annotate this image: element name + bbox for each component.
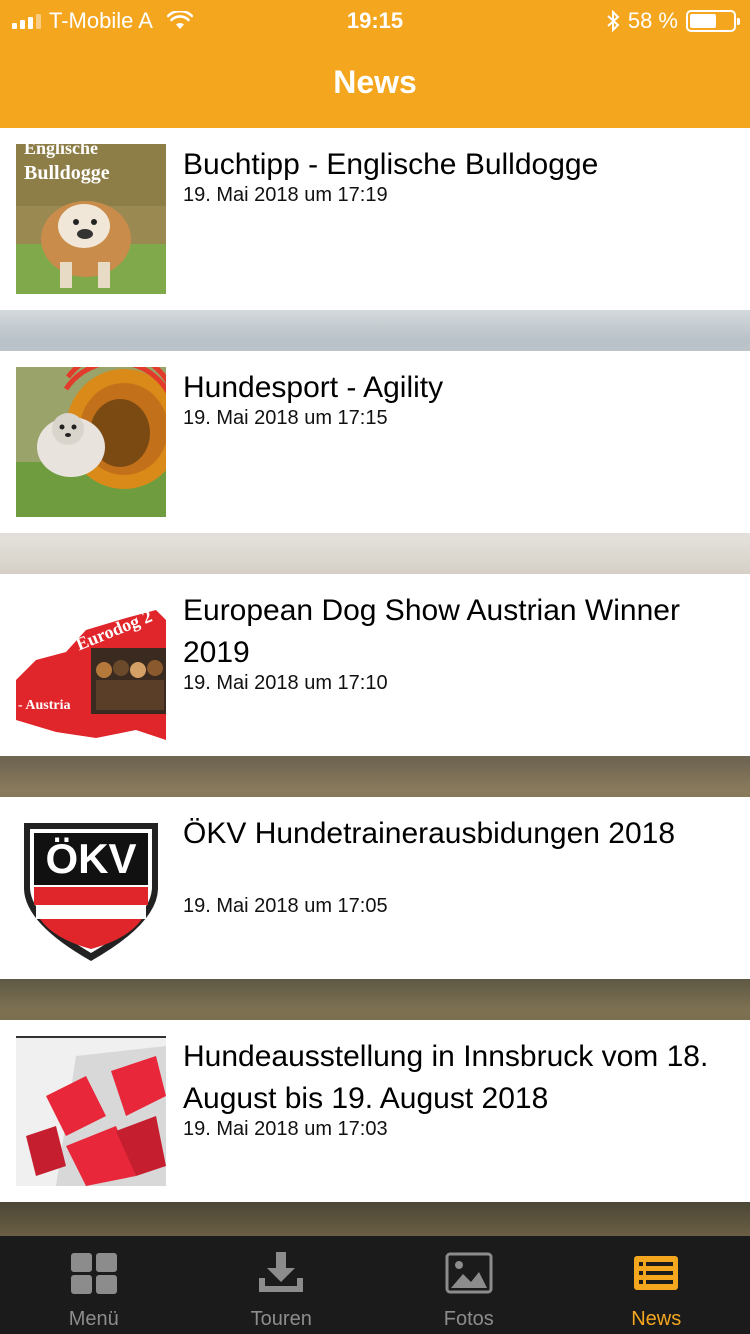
thumb-caption: Bulldogge	[24, 162, 110, 184]
news-item[interactable]: Eurodog 2 - Austria European Dog Show Au…	[0, 574, 750, 756]
news-thumbnail-agility	[16, 367, 166, 517]
tab-tours[interactable]: Touren	[188, 1236, 376, 1334]
thumb-caption: ÖKV	[45, 835, 137, 882]
news-thumbnail-eurodog: Eurodog 2 - Austria	[16, 590, 166, 740]
bluetooth-icon	[607, 10, 620, 32]
news-title: European Dog Show Austrian Winner 2019	[183, 594, 680, 669]
news-title: Hundeausstellung in Innsbruck vom 18. Au…	[183, 1040, 709, 1115]
app-header: T-Mobile A 19:15 58 % News	[0, 0, 750, 128]
tab-label: News	[631, 1308, 682, 1330]
news-title: ÖKV Hundetrainerausbidungen 2018	[183, 817, 676, 850]
news-thumbnail-innsbruck	[16, 1036, 166, 1186]
news-thumbnail-okv-logo: ÖKV	[16, 813, 166, 963]
tab-label: Menü	[68, 1308, 119, 1330]
news-title: Hundesport - Agility	[183, 371, 444, 404]
tab-photos[interactable]: Fotos	[375, 1236, 563, 1334]
news-date: 19. Mai 2018 um 17:03	[183, 1118, 388, 1140]
news-icon	[634, 1256, 679, 1290]
grid-icon	[70, 1253, 117, 1294]
image-icon	[445, 1252, 493, 1294]
tab-menu[interactable]: Menü	[0, 1236, 188, 1334]
status-bar: T-Mobile A 19:15 58 %	[0, 0, 750, 40]
tab-label: Fotos	[443, 1308, 494, 1330]
thumb-caption-sub: - Austria	[18, 698, 71, 713]
thumb-caption-top: Englische	[24, 144, 99, 158]
tab-label: Touren	[250, 1308, 312, 1330]
news-date: 19. Mai 2018 um 17:10	[183, 672, 388, 694]
news-date: 19. Mai 2018 um 17:15	[183, 407, 388, 429]
tab-news[interactable]: News	[563, 1236, 750, 1334]
news-item[interactable]: Englische Bulldogge Buchtipp - Englische…	[0, 128, 750, 310]
download-icon	[259, 1252, 304, 1292]
news-item[interactable]: Hundeausstellung in Innsbruck vom 18. Au…	[0, 1020, 750, 1202]
news-title: Buchtipp - Englische Bulldogge	[183, 148, 599, 181]
battery-icon	[686, 10, 740, 32]
news-thumbnail-bulldog-book: Englische Bulldogge	[16, 144, 166, 294]
page-title: News	[333, 64, 417, 100]
news-date: 19. Mai 2018 um 17:05	[183, 895, 388, 917]
news-item[interactable]: ÖKV ÖKV Hundetrainerausbidungen 2018 19.…	[0, 797, 750, 979]
tab-bar: Menü Touren Fotos News	[0, 1236, 750, 1334]
news-date: 19. Mai 2018 um 17:19	[183, 184, 388, 206]
battery-percent: 58 %	[627, 8, 678, 33]
news-item[interactable]: Hundesport - Agility 19. Mai 2018 um 17:…	[0, 351, 750, 533]
